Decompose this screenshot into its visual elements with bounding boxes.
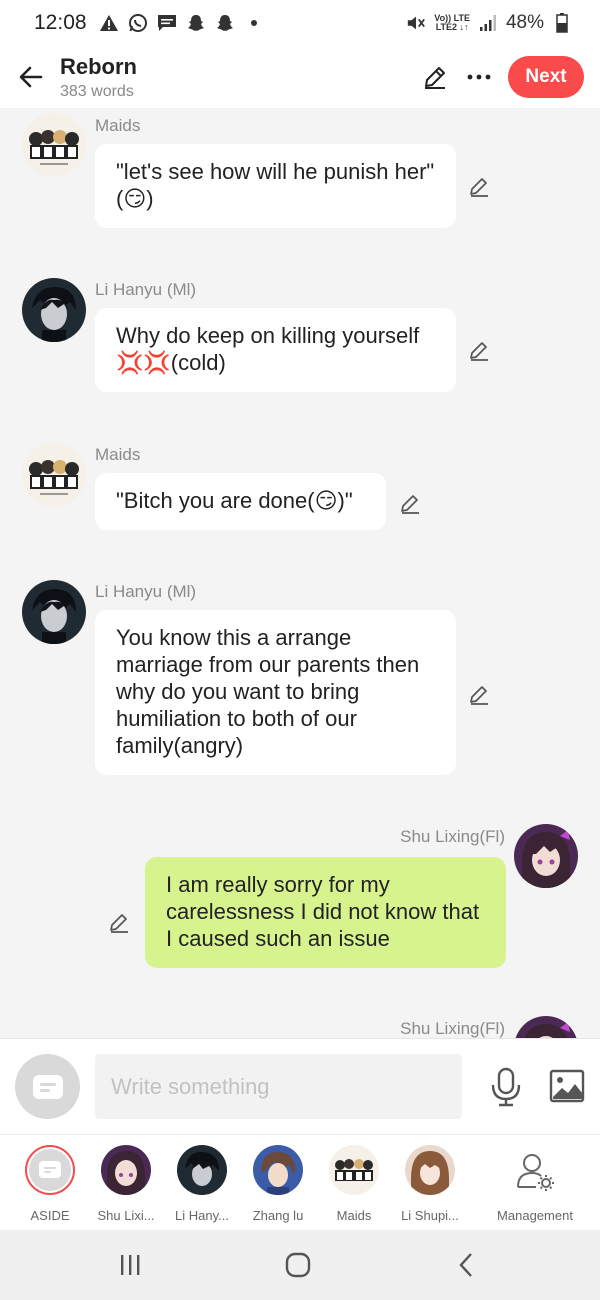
story-title-block: Reborn 383 words xyxy=(60,54,137,101)
edit-message-icon[interactable] xyxy=(467,338,493,364)
status-bar: 12:08 Vo)) LTE LTE2 ↓↑ 48% xyxy=(0,0,600,46)
header-actions: Next xyxy=(420,56,600,98)
system-icons: Vo)) LTE LTE2 ↓↑ 48% xyxy=(406,12,572,34)
character-bar: ASIDE Shu Lixi... Li Hany... Zhang lu Ma… xyxy=(0,1134,600,1230)
sender-name: Maids xyxy=(95,445,141,464)
signal-icon xyxy=(478,13,498,33)
edit-message-icon[interactable] xyxy=(107,910,133,936)
status-time: 12:08 xyxy=(34,11,87,34)
avatar-maids[interactable] xyxy=(22,113,86,177)
arrow-left-icon xyxy=(19,66,43,88)
message-icon xyxy=(157,13,177,33)
back-button[interactable] xyxy=(0,46,62,108)
message-bubble[interactable]: You know this a arrange marriage from ou… xyxy=(95,610,456,775)
sender-name: Shu Lixing(Fl) xyxy=(400,1019,505,1038)
app-header: Reborn 383 words Next xyxy=(0,46,600,108)
aside-icon xyxy=(39,1161,61,1178)
character-label: Li Shupi... xyxy=(401,1208,459,1223)
chat-area[interactable]: Maids "let's see how will he punish her"… xyxy=(0,108,600,1038)
character-aside[interactable]: ASIDE xyxy=(11,1145,89,1223)
image-button[interactable] xyxy=(549,1069,585,1105)
chevron-left-icon xyxy=(459,1253,472,1277)
sender-name: Li Hanyu (Ml) xyxy=(95,280,197,299)
edit-message-icon[interactable] xyxy=(467,682,493,708)
microphone-icon xyxy=(491,1067,521,1107)
character-label: ASIDE xyxy=(30,1208,70,1223)
aside-toggle-button[interactable] xyxy=(15,1054,80,1119)
character-avatar xyxy=(253,1145,303,1195)
input-bar xyxy=(0,1038,600,1134)
message-bubble[interactable]: I am really sorry for my carelessness I … xyxy=(145,857,506,968)
microphone-button[interactable] xyxy=(488,1067,524,1107)
recent-apps-button[interactable] xyxy=(110,1248,150,1282)
snapchat-icon xyxy=(215,13,235,33)
character-management[interactable]: Management xyxy=(490,1145,580,1223)
avatar-shu-lixing[interactable] xyxy=(514,1016,578,1038)
character-avatar xyxy=(101,1145,151,1195)
home-icon xyxy=(285,1252,311,1278)
message-bubble[interactable]: Why do keep on killing yourself 💢💢(cold) xyxy=(95,308,456,392)
snapchat-icon xyxy=(186,13,206,33)
next-button[interactable]: Next xyxy=(508,56,584,98)
character-label: Shu Lixi... xyxy=(97,1208,155,1223)
character-label: Maids xyxy=(336,1208,372,1223)
avatar-shu-lixing[interactable] xyxy=(514,824,578,888)
story-title: Reborn xyxy=(60,53,137,79)
edit-title-button[interactable] xyxy=(420,62,450,92)
image-icon xyxy=(549,1069,585,1103)
message-bubble[interactable]: "Bitch you are done(😏)" xyxy=(95,473,386,530)
character-label: Management xyxy=(497,1208,573,1223)
character-label: Zhang lu xyxy=(252,1208,304,1223)
management-icon xyxy=(510,1145,560,1195)
sender-name: Shu Lixing(Fl) xyxy=(400,827,505,846)
dot-icon xyxy=(244,13,264,33)
message-bubble[interactable]: "let's see how will he punish her"(😏) xyxy=(95,144,456,228)
sender-name: Maids xyxy=(95,116,141,135)
home-button[interactable] xyxy=(278,1248,318,1282)
pencil-icon xyxy=(425,67,445,89)
avatar-maids[interactable] xyxy=(22,443,86,507)
system-back-button[interactable] xyxy=(446,1248,486,1282)
edit-message-icon[interactable] xyxy=(398,491,424,517)
character-li-shupi[interactable]: Li Shupi... xyxy=(391,1145,469,1223)
sender-name: Li Hanyu (Ml) xyxy=(95,582,197,601)
whatsapp-icon xyxy=(128,13,148,33)
battery-percent: 48% xyxy=(505,12,544,33)
character-avatar xyxy=(329,1145,379,1195)
lte-indicator: Vo)) LTE LTE2 ↓↑ xyxy=(434,14,470,32)
character-avatar xyxy=(177,1145,227,1195)
lte-bottom: LTE2 ↓↑ xyxy=(435,22,469,32)
character-zhang-lu[interactable]: Zhang lu xyxy=(239,1145,317,1223)
character-avatar xyxy=(405,1145,455,1195)
character-li-hanyu[interactable]: Li Hany... xyxy=(163,1145,241,1223)
notification-icons xyxy=(99,13,264,33)
character-shu-lixing[interactable]: Shu Lixi... xyxy=(87,1145,165,1223)
word-count: 383 words xyxy=(60,82,134,100)
aside-icon xyxy=(32,1074,63,1099)
avatar-li-hanyu[interactable] xyxy=(22,278,86,342)
aside-avatar xyxy=(25,1145,75,1195)
system-nav-bar xyxy=(0,1230,600,1300)
more-options-button[interactable] xyxy=(464,62,494,92)
message-input[interactable] xyxy=(95,1054,462,1119)
mute-icon xyxy=(406,13,426,33)
character-label: Li Hany... xyxy=(175,1208,229,1223)
edit-message-icon[interactable] xyxy=(467,174,493,200)
warning-icon xyxy=(99,13,119,33)
avatar-li-hanyu[interactable] xyxy=(22,580,86,644)
character-maids[interactable]: Maids xyxy=(315,1145,393,1223)
more-icon xyxy=(467,74,491,80)
recent-apps-icon xyxy=(121,1255,140,1275)
battery-icon xyxy=(552,13,572,33)
